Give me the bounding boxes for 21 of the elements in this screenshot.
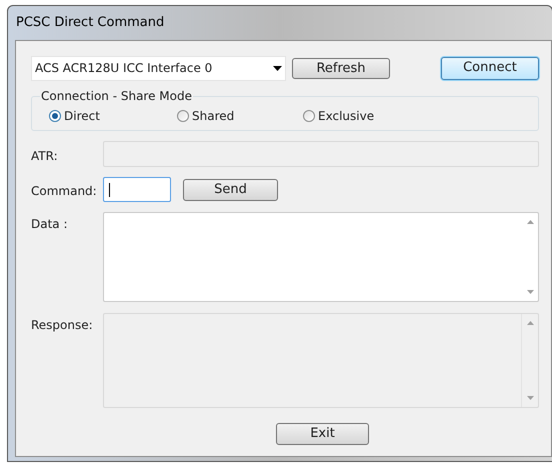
exit-button[interactable]: Exit [276, 423, 369, 445]
field-label: Response: [31, 317, 94, 334]
field-label: Command: [31, 183, 98, 200]
connect-button[interactable]: Connect [441, 56, 539, 80]
dropdown-arrow-icon [273, 66, 282, 70]
radio-button[interactable] [177, 110, 189, 122]
refresh-button[interactable]: Refresh [292, 58, 390, 78]
radio-label: Shared [192, 108, 234, 124]
radio-label: Direct [64, 108, 100, 124]
field-label: Data : [31, 216, 69, 233]
radio-button[interactable] [49, 110, 61, 122]
radio-label: Exclusive [318, 108, 374, 124]
scroll-up-icon[interactable] [526, 220, 534, 224]
window-title: PCSC Direct Command [16, 14, 164, 32]
text-area[interactable] [103, 212, 539, 302]
field-label: ATR: [31, 148, 59, 165]
scroll-down-icon[interactable] [526, 290, 534, 294]
radio-button[interactable] [303, 110, 315, 122]
reader-dropdown[interactable]: ACS ACR128U ICC Interface 0 [31, 56, 286, 80]
send-button[interactable]: Send [183, 179, 278, 201]
command-field[interactable] [103, 177, 171, 202]
